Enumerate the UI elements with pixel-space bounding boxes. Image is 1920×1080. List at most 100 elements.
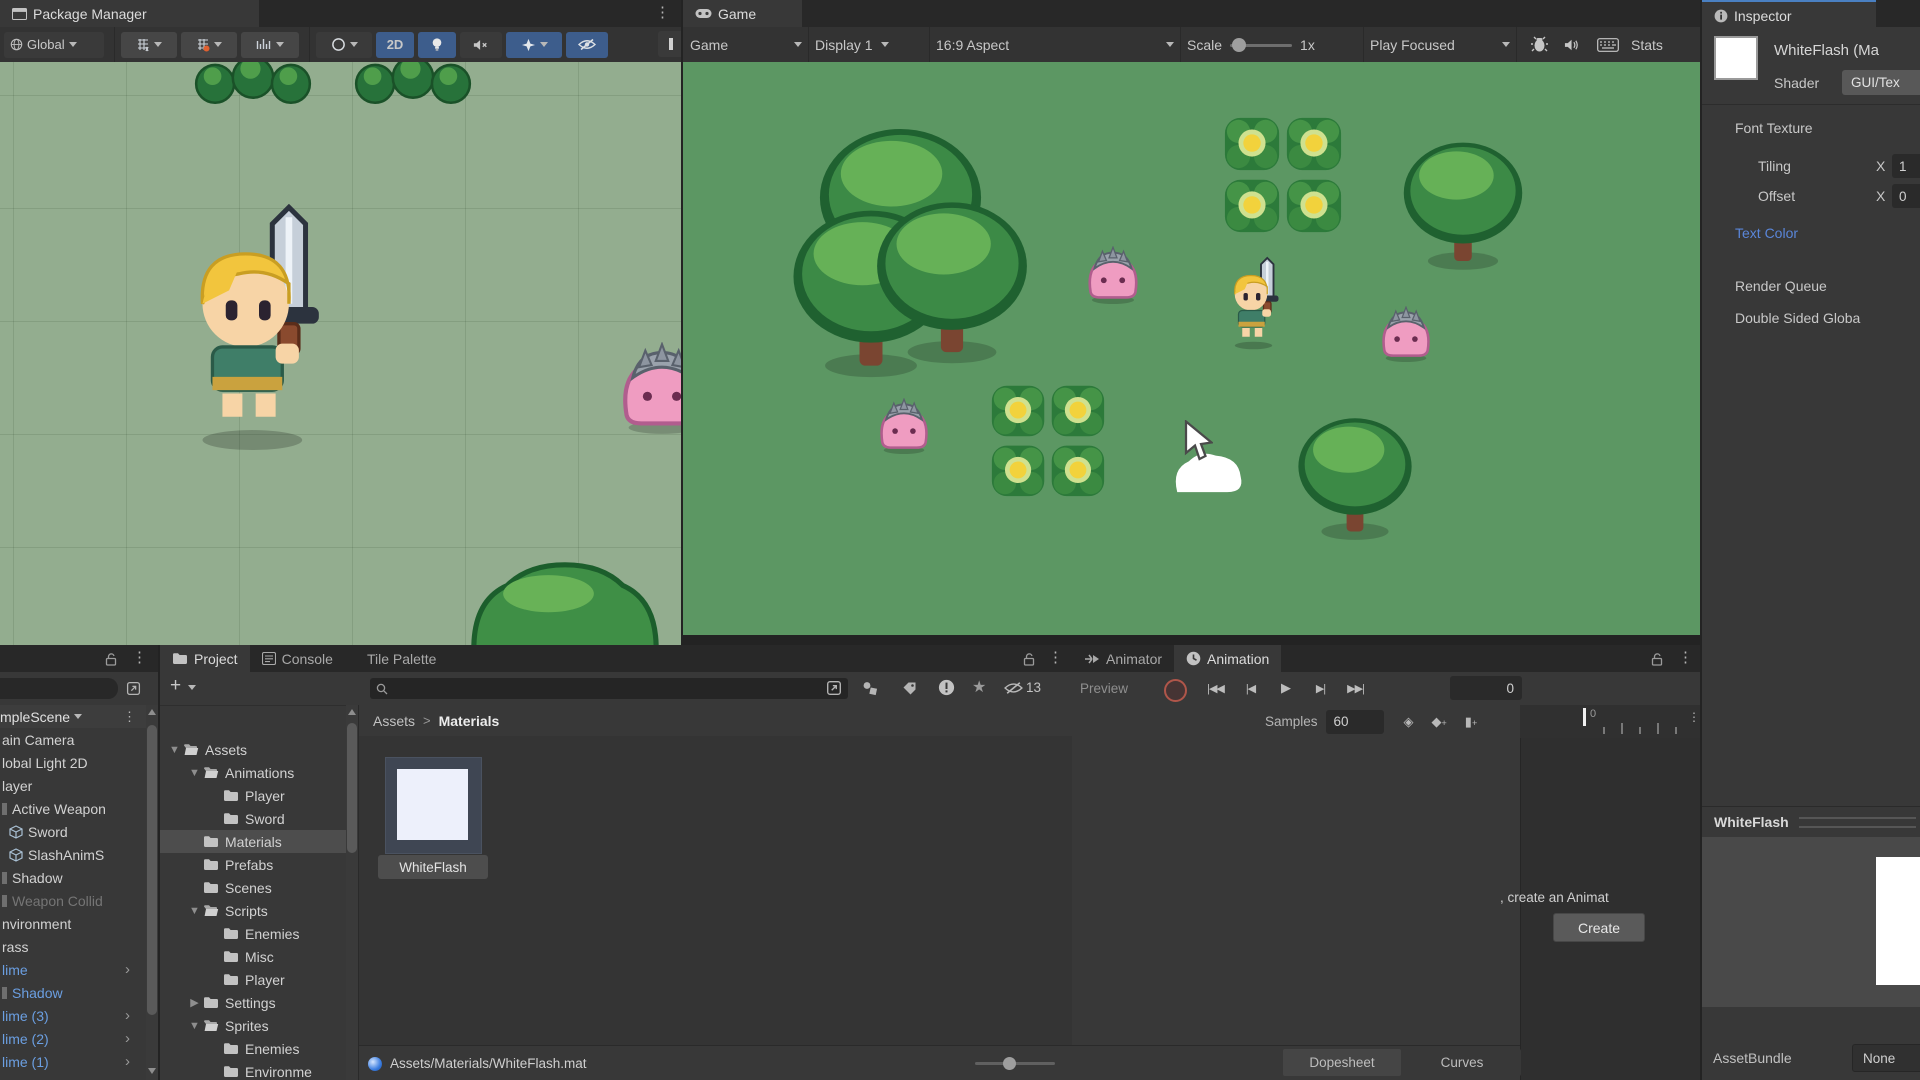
scroll-up-icon[interactable] <box>148 709 156 715</box>
tab-project[interactable]: Project <box>160 645 250 672</box>
offset-x-field[interactable]: 0 <box>1892 184 1920 208</box>
play-focus-dropdown[interactable]: Play Focused <box>1370 37 1510 53</box>
scene-header-row[interactable]: mpleScene ⋮ <box>0 705 146 728</box>
hidden-count-eye-icon[interactable] <box>1004 681 1023 695</box>
playhead[interactable] <box>1583 708 1586 726</box>
importance-icon[interactable] <box>938 679 955 696</box>
debug-bug-icon[interactable] <box>1530 36 1549 53</box>
animation-dopesheet-area[interactable] <box>1520 738 1702 1080</box>
tab-game[interactable]: Game <box>683 0 802 27</box>
dopesheet-button[interactable]: Dopesheet <box>1283 1049 1401 1076</box>
pivot-global-dropdown[interactable]: Global <box>4 31 104 58</box>
hierarchy-item[interactable]: SlashAnimS <box>0 843 146 866</box>
animation-menu-icon[interactable]: ⋮ <box>1678 650 1693 665</box>
mute-audio-icon[interactable] <box>1564 38 1581 52</box>
shader-dropdown[interactable]: GUI/Tex <box>1842 70 1920 95</box>
hierarchy-menu-icon[interactable]: ⋮ <box>132 650 147 665</box>
scroll-up-icon[interactable] <box>348 709 356 715</box>
tree-expander-icon[interactable]: ▶ <box>186 996 203 1009</box>
hierarchy-item[interactable]: lobal Light 2D <box>0 751 146 774</box>
tab-tile-palette[interactable]: Tile Palette <box>355 645 449 672</box>
project-tree-item[interactable]: ▼ Sprites <box>160 1014 346 1037</box>
asset-label-pill[interactable]: WhiteFlash <box>378 855 488 879</box>
create-asset-button[interactable]: + <box>170 675 181 697</box>
hierarchy-item[interactable]: Shadow <box>0 866 146 889</box>
create-button[interactable]: Create <box>1553 913 1645 942</box>
project-tree-item[interactable]: Misc <box>160 945 346 968</box>
timeline-ruler[interactable]: 0 ⋮ <box>1520 705 1702 739</box>
2d-toggle-button[interactable]: 2D <box>376 31 414 58</box>
draw-mode-dropdown[interactable] <box>316 31 372 58</box>
tab-animator[interactable]: Animator <box>1072 645 1174 672</box>
effects-dropdown[interactable] <box>506 31 562 58</box>
grid-visibility-button[interactable] <box>181 31 237 58</box>
scene-menu-icon[interactable]: ⋮ <box>655 5 670 20</box>
camera-settings-button-partial[interactable] <box>658 31 681 57</box>
search-by-label-icon[interactable] <box>902 681 917 696</box>
project-tree-item[interactable]: Sword <box>160 807 346 830</box>
breadcrumb-current[interactable]: Materials <box>439 713 500 729</box>
hierarchy-item[interactable]: lime (3) › <box>0 1004 146 1027</box>
last-key-button[interactable]: ▶▶| <box>1338 676 1373 700</box>
project-tree-scrollbar[interactable] <box>346 705 358 1080</box>
scene-menu-dots-icon[interactable]: ⋮ <box>123 710 136 723</box>
project-menu-icon[interactable]: ⋮ <box>1048 650 1063 665</box>
preview-header[interactable]: WhiteFlash <box>1702 807 1920 837</box>
lock-icon[interactable] <box>1022 652 1036 666</box>
play-button[interactable]: ▶ <box>1268 676 1303 700</box>
text-color-property[interactable]: Text Color <box>1735 225 1798 241</box>
project-tree-item[interactable]: Enemies <box>160 1037 346 1060</box>
hidden-objects-button[interactable] <box>566 31 608 58</box>
scale-slider-knob[interactable] <box>1232 37 1247 52</box>
tab-inspector[interactable]: Inspector <box>1702 0 1876 29</box>
curves-button[interactable]: Curves <box>1403 1049 1521 1076</box>
tab-animation[interactable]: Animation <box>1174 645 1282 672</box>
lock-icon[interactable] <box>104 652 118 666</box>
scroll-down-icon[interactable] <box>148 1068 156 1074</box>
tree-expander-icon[interactable]: ▼ <box>186 1020 203 1032</box>
keyboard-icon[interactable] <box>1597 37 1619 52</box>
assetbundle-dropdown[interactable]: None <box>1852 1044 1920 1072</box>
hierarchy-item[interactable]: layer <box>0 774 146 797</box>
preview-drag-handle[interactable] <box>1798 816 1916 828</box>
prefab-expand-arrow-icon[interactable]: › <box>125 961 130 978</box>
project-tree-item[interactable]: Enemies <box>160 922 346 945</box>
hierarchy-item[interactable]: nvironment <box>0 912 146 935</box>
hierarchy-item[interactable]: lime › <box>0 958 146 981</box>
open-search-window-icon[interactable] <box>826 680 842 696</box>
project-tree-item[interactable]: Prefabs <box>160 853 346 876</box>
hierarchy-item[interactable]: Shadow <box>0 981 146 1004</box>
game-display-mode-dropdown[interactable]: Game <box>690 37 802 53</box>
scrollbar-thumb[interactable] <box>347 723 357 853</box>
scene-audio-button[interactable] <box>460 31 502 58</box>
display-target-dropdown[interactable]: Display 1 <box>815 37 923 53</box>
prefab-expand-arrow-icon[interactable]: › <box>125 1053 130 1070</box>
scene-viewport[interactable] <box>0 62 681 645</box>
tree-expander-icon[interactable]: ▼ <box>186 905 203 917</box>
samples-field[interactable]: 60 <box>1325 709 1384 734</box>
search-by-type-icon[interactable] <box>862 680 878 696</box>
tree-expander-icon[interactable]: ▼ <box>166 744 183 756</box>
scene-lighting-button[interactable] <box>418 31 456 58</box>
add-event-icon[interactable]: ▮+ <box>1465 714 1477 730</box>
add-keyframe-dot-icon[interactable]: ◈ <box>1404 714 1414 730</box>
tab-package-manager[interactable]: Package Manager <box>0 0 259 27</box>
animation-property-area[interactable] <box>1072 738 1520 1045</box>
next-key-button[interactable]: ▶| <box>1303 676 1338 700</box>
project-tree-item[interactable]: Environme <box>160 1060 346 1080</box>
prefab-expand-arrow-icon[interactable]: › <box>125 1030 130 1047</box>
stats-button[interactable]: Stats <box>1631 37 1663 53</box>
create-asset-arrow-icon[interactable] <box>188 685 196 690</box>
tree-expander-icon[interactable]: ▼ <box>186 767 203 779</box>
hierarchy-item[interactable]: lime (2) › <box>0 1027 146 1050</box>
asset-thumbnail[interactable] <box>385 757 482 854</box>
game-viewport[interactable] <box>683 62 1702 635</box>
project-content-area[interactable]: WhiteFlash <box>359 736 1072 1045</box>
project-tree-item[interactable]: Scenes <box>160 876 346 899</box>
breadcrumb-root[interactable]: Assets <box>373 713 415 729</box>
record-button[interactable] <box>1164 679 1187 702</box>
prefab-expand-arrow-icon[interactable]: › <box>125 1007 130 1024</box>
hierarchy-item[interactable]: Weapon Collid <box>0 889 146 912</box>
project-tree-item[interactable]: Player <box>160 784 346 807</box>
add-keyframe-icon[interactable]: ◆+ <box>1432 714 1447 730</box>
